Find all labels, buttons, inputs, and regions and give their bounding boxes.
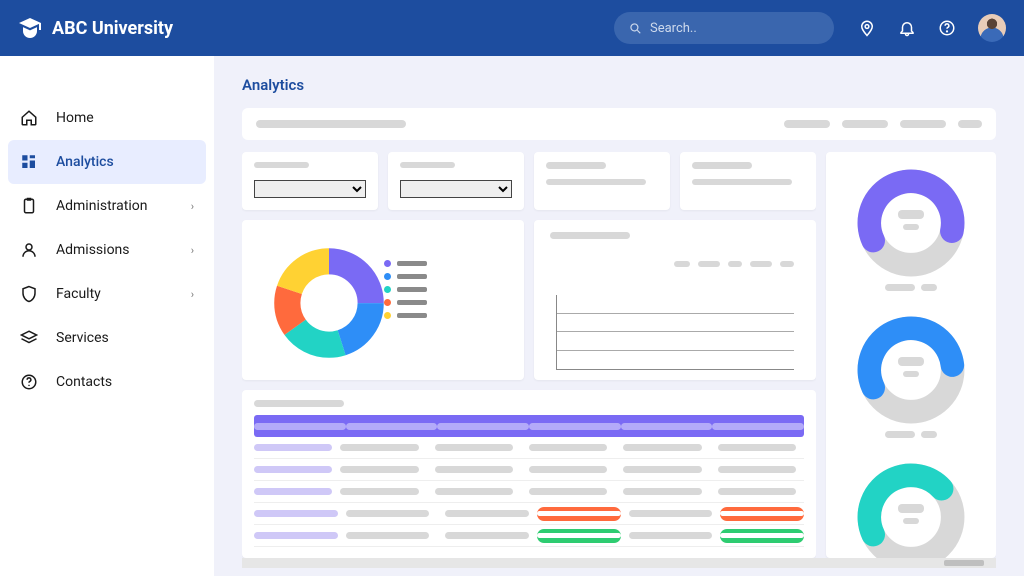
sidebar-item-label: Contacts <box>56 374 112 390</box>
table-header <box>254 415 804 437</box>
avatar[interactable] <box>978 14 1006 42</box>
sidebar: HomeAnalyticsAdministration›Admissions›F… <box>0 56 214 576</box>
sidebar-item-services[interactable]: Services <box>0 316 214 360</box>
chevron-right-icon: › <box>191 288 194 301</box>
main-content: Analytics <box>214 56 1024 576</box>
legend-item <box>384 260 427 267</box>
bar-chart-card <box>534 220 816 380</box>
sidebar-item-analytics[interactable]: Analytics <box>8 140 206 184</box>
grid-icon <box>20 153 38 171</box>
help-icon <box>20 373 38 391</box>
gauge <box>856 315 966 415</box>
chevron-right-icon: › <box>191 244 194 257</box>
gauge <box>856 462 966 558</box>
filter-select-1[interactable] <box>254 180 366 198</box>
status-badge <box>537 507 621 521</box>
donut-chart <box>274 248 384 358</box>
help-icon[interactable] <box>938 19 956 37</box>
user-icon <box>20 241 38 259</box>
status-badge <box>720 507 804 521</box>
gauges-panel <box>826 152 996 558</box>
filter-card-1 <box>242 152 378 210</box>
gauge <box>856 168 966 268</box>
sidebar-item-home[interactable]: Home <box>0 96 214 140</box>
legend-item <box>384 273 427 280</box>
legend-item <box>384 286 427 293</box>
table-row[interactable] <box>254 437 804 459</box>
legend-item <box>384 312 427 319</box>
table-row[interactable] <box>254 459 804 481</box>
bar-chart-legend <box>546 261 794 267</box>
gauge-label <box>834 431 988 438</box>
sidebar-item-contacts[interactable]: Contacts <box>0 360 214 404</box>
donut-chart-card <box>242 220 524 380</box>
brand-name: ABC University <box>52 18 173 39</box>
brand[interactable]: ABC University <box>18 16 173 40</box>
data-table-card <box>242 390 816 558</box>
table-row[interactable] <box>254 481 804 503</box>
search-input[interactable]: Search.. <box>614 12 834 44</box>
graduation-cap-icon <box>18 16 42 40</box>
stat-card-2 <box>680 152 816 210</box>
toolbar <box>242 108 996 140</box>
sidebar-item-label: Admissions <box>56 242 130 258</box>
stat-card-1 <box>534 152 670 210</box>
horizontal-scrollbar[interactable] <box>242 558 996 568</box>
clipboard-icon <box>20 197 38 215</box>
bell-icon[interactable] <box>898 19 916 37</box>
sidebar-item-label: Services <box>56 330 109 346</box>
layers-icon <box>20 329 38 347</box>
status-badge <box>720 529 804 543</box>
sidebar-item-admissions[interactable]: Admissions › <box>0 228 214 272</box>
sidebar-item-administration[interactable]: Administration › <box>0 184 214 228</box>
gauge-label <box>834 284 988 291</box>
donut-legend <box>384 260 427 370</box>
sidebar-item-faculty[interactable]: Faculty › <box>0 272 214 316</box>
status-badge <box>537 529 621 543</box>
app-header: ABC University Search.. <box>0 0 1024 56</box>
search-icon <box>628 21 642 35</box>
sidebar-item-label: Analytics <box>56 154 114 170</box>
table-row[interactable] <box>254 525 804 547</box>
filter-select-2[interactable] <box>400 180 512 198</box>
bar-chart <box>556 295 794 370</box>
sidebar-item-label: Home <box>56 110 94 126</box>
sidebar-item-label: Faculty <box>56 286 101 302</box>
home-icon <box>20 109 38 127</box>
chevron-right-icon: › <box>191 200 194 213</box>
filter-card-2 <box>388 152 524 210</box>
table-row[interactable] <box>254 503 804 525</box>
location-icon[interactable] <box>858 19 876 37</box>
sidebar-item-label: Administration <box>56 198 147 214</box>
search-placeholder: Search.. <box>650 21 697 36</box>
legend-item <box>384 299 427 306</box>
shield-icon <box>20 285 38 303</box>
page-title: Analytics <box>242 76 996 94</box>
